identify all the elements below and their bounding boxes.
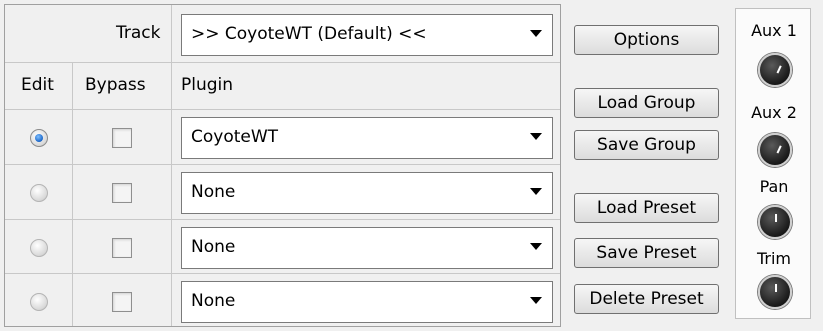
aux2-knob[interactable] — [758, 133, 792, 167]
bypass-checkbox-row-1[interactable] — [112, 128, 132, 148]
trim-knob[interactable] — [758, 275, 792, 309]
plugin-select-row-3[interactable]: None — [181, 227, 553, 269]
plugin-grid-panel: Track >> CoyoteWT (Default) << Edit Bypa… — [4, 4, 561, 327]
delete-preset-button[interactable]: Delete Preset — [574, 284, 719, 314]
edit-radio-row-1[interactable] — [30, 129, 48, 147]
column-header-bypass: Bypass — [85, 75, 146, 95]
pan-label: Pan — [759, 177, 789, 196]
track-label: Track — [116, 23, 161, 43]
bypass-checkbox-row-3[interactable] — [112, 238, 132, 258]
column-header-edit: Edit — [21, 75, 54, 95]
aux1-knob[interactable] — [758, 53, 792, 87]
bypass-checkbox-row-2[interactable] — [112, 183, 132, 203]
plugin-select-row-1[interactable]: CoyoteWT — [181, 117, 553, 159]
plugin-rack-window: Track >> CoyoteWT (Default) << Edit Bypa… — [0, 0, 823, 331]
bypass-checkbox-row-4[interactable] — [112, 292, 132, 312]
edit-radio-row-3[interactable] — [30, 239, 48, 257]
chevron-down-icon — [530, 297, 542, 304]
edit-radio-row-4[interactable] — [30, 293, 48, 311]
plugin-select-value: None — [191, 291, 236, 311]
column-header-plugin: Plugin — [181, 75, 234, 95]
trim-label: Trim — [756, 249, 792, 268]
options-button[interactable]: Options — [574, 25, 719, 55]
chevron-down-icon — [530, 188, 542, 195]
edit-radio-row-2[interactable] — [30, 184, 48, 202]
aux1-label: Aux 1 — [751, 21, 797, 40]
save-group-button[interactable]: Save Group — [574, 130, 719, 160]
plugin-select-row-2[interactable]: None — [181, 172, 553, 214]
pan-knob[interactable] — [758, 205, 792, 239]
chevron-down-icon — [530, 133, 542, 140]
aux2-label: Aux 2 — [751, 103, 797, 122]
chevron-down-icon — [530, 30, 542, 37]
plugin-select-value: None — [191, 182, 236, 202]
track-select-value: >> CoyoteWT (Default) << — [191, 24, 427, 44]
load-preset-button[interactable]: Load Preset — [574, 193, 719, 223]
plugin-select-value: None — [191, 237, 236, 257]
save-preset-button[interactable]: Save Preset — [574, 238, 719, 268]
load-group-button[interactable]: Load Group — [574, 88, 719, 118]
track-select[interactable]: >> CoyoteWT (Default) << — [181, 14, 553, 56]
plugin-select-value: CoyoteWT — [191, 127, 279, 147]
chevron-down-icon — [530, 243, 542, 250]
knob-panel: Aux 1 Aux 2 Pan Trim — [735, 8, 811, 319]
plugin-select-row-4[interactable]: None — [181, 281, 553, 323]
